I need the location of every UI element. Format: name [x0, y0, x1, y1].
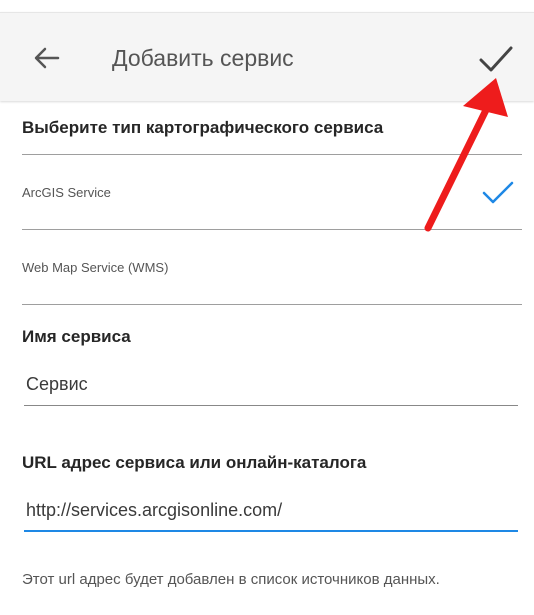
service-url-heading: URL адрес сервиса или онлайн-каталога — [22, 453, 367, 472]
service-type-heading: Выберите тип картографического сервиса — [22, 118, 384, 137]
divider — [22, 229, 522, 230]
app-bar: Добавить сервис — [0, 12, 534, 101]
option-web-map-service[interactable]: Web Map Service (WMS) — [0, 238, 534, 298]
arrow-left-icon[interactable] — [32, 43, 62, 73]
option-label: Web Map Service (WMS) — [22, 260, 169, 275]
option-label: ArcGIS Service — [22, 185, 111, 200]
service-name-input[interactable]: Сервис — [24, 366, 518, 406]
service-name-value: Сервис — [26, 374, 88, 394]
service-url-value: http://services.arcgisonline.com/ — [26, 500, 283, 520]
divider — [22, 154, 522, 155]
input-underline — [24, 405, 518, 406]
page-title: Добавить сервис — [112, 45, 294, 71]
service-url-input[interactable]: http://services.arcgisonline.com/ — [24, 492, 518, 532]
option-arcgis-service[interactable]: ArcGIS Service — [0, 163, 534, 223]
checkmark-icon[interactable] — [476, 43, 516, 77]
checkmark-icon — [482, 181, 514, 204]
service-url-helper-text: Этот url адрес будет добавлен в список и… — [22, 571, 440, 588]
divider — [22, 304, 522, 305]
input-underline-focused — [24, 530, 518, 532]
service-name-heading: Имя сервиса — [22, 327, 131, 346]
